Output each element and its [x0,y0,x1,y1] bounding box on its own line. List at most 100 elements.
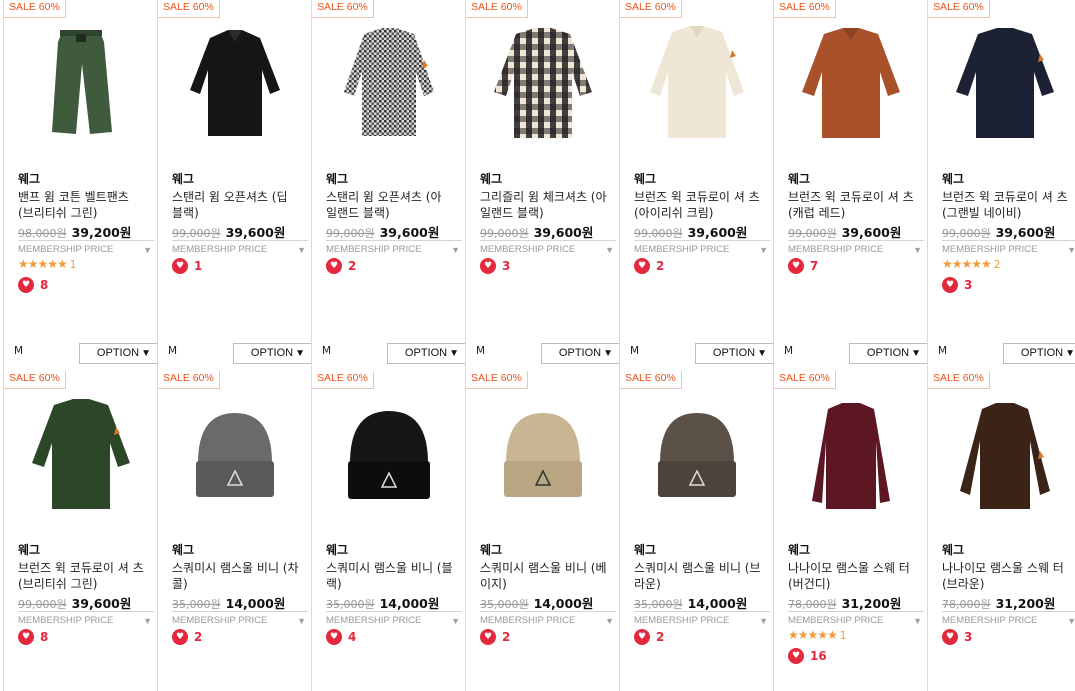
product-image[interactable] [170,20,300,150]
product-name[interactable]: 스쿼미시 램스울 비니 (차콜) [172,560,300,592]
like-button[interactable]: ♥ 8 [18,629,48,645]
membership-price-toggle[interactable]: MEMBERSHIP PRICE ▼ [172,240,308,258]
product-image[interactable] [632,391,762,521]
like-button[interactable]: ♥ 16 [788,648,827,664]
brand-name[interactable]: 웨그 [634,170,656,187]
product-image[interactable] [940,391,1070,521]
option-select-button[interactable]: OPTION ▼ [79,343,159,364]
product-card[interactable]: SALE 60% 웨그 밴프 윔 코튼 벨트팬츠 (브리티쉬 그린) 98,00… [3,0,159,371]
membership-price-toggle[interactable]: MEMBERSHIP PRICE ▼ [480,240,616,258]
like-button[interactable]: ♥ 3 [942,277,972,293]
product-image[interactable] [324,20,454,150]
product-image[interactable] [940,20,1070,150]
product-name[interactable]: 스쿼미시 램스울 비니 (블랙) [326,560,454,592]
membership-price-toggle[interactable]: MEMBERSHIP PRICE ▼ [788,611,924,629]
product-name[interactable]: 스탠리 윔 오픈셔츠 (딥 블랙) [172,189,300,221]
brand-name[interactable]: 웨그 [788,541,810,558]
product-image[interactable] [16,20,146,150]
sale-price: 31,200원 [841,596,902,611]
product-card[interactable]: SALE 60% 웨그 스탠리 윔 오픈셔츠 (딥 블랙) 99,000원 39,… [157,0,313,371]
product-image[interactable] [170,391,300,521]
product-card[interactable]: SALE 60% 웨그 브런즈 윅 코듀로이 셔 츠 (그랜빌 네이비) 99,… [927,0,1075,371]
product-image[interactable] [16,391,146,521]
product-name[interactable]: 브런즈 윅 코듀로이 셔 츠 (브리티쉬 그린) [18,560,146,592]
product-card[interactable]: SALE 60% 웨그 나나이모 램스울 스웨 터 (버건디) 78,000원 3… [773,371,927,691]
membership-price-toggle[interactable]: MEMBERSHIP PRICE ▼ [326,611,462,629]
membership-price-label: MEMBERSHIP PRICE [326,244,422,255]
price-block: 35,000원 14,000원 [480,593,593,612]
option-select-button[interactable]: OPTION ▼ [849,343,929,364]
brand-name[interactable]: 웨그 [480,170,502,187]
like-button[interactable]: ♥ 1 [172,258,202,274]
product-image[interactable] [786,391,916,521]
membership-price-toggle[interactable]: MEMBERSHIP PRICE ▼ [18,611,154,629]
original-price: 99,000원 [172,227,221,240]
brand-name[interactable]: 웨그 [634,541,656,558]
product-card[interactable]: SALE 60% 웨그 브런즈 윅 코듀로이 셔 츠 (아이리쉬 크림) 99,… [619,0,775,371]
membership-price-toggle[interactable]: MEMBERSHIP PRICE ▼ [18,240,154,258]
product-image[interactable] [786,20,916,150]
option-select-button[interactable]: OPTION ▼ [695,343,775,364]
sale-badge: SALE 60% [928,0,990,18]
product-card[interactable]: SALE 60% 웨그 브런즈 윅 코듀로이 셔 츠 (브리티쉬 그린) 99,… [3,371,157,691]
product-name[interactable]: 스쿼미시 램스울 비니 (브라운) [634,560,762,592]
product-card[interactable]: SALE 60% 웨그 그리즐리 윔 체크셔츠 (아일랜드 블랙) 99,000… [465,0,621,371]
option-select-button[interactable]: OPTION ▼ [1003,343,1075,364]
product-name[interactable]: 브런즈 윅 코듀로이 셔 츠 (그랜빌 네이비) [942,189,1070,221]
price-block: 99,000원 39,600원 [480,222,593,241]
like-button[interactable]: ♥ 2 [634,629,664,645]
membership-price-toggle[interactable]: MEMBERSHIP PRICE ▼ [326,240,462,258]
product-name[interactable]: 스쿼미시 램스울 비니 (베이지) [480,560,608,592]
price-block: 99,000원 39,600원 [634,222,747,241]
membership-price-label: MEMBERSHIP PRICE [634,615,730,626]
product-image[interactable] [632,20,762,150]
product-name[interactable]: 나나이모 램스울 스웨 터 (브라운) [942,560,1070,592]
option-select-button[interactable]: OPTION ▼ [233,343,313,364]
brand-name[interactable]: 웨그 [326,541,348,558]
brand-name[interactable]: 웨그 [172,170,194,187]
option-select-button[interactable]: OPTION ▼ [541,343,621,364]
product-name[interactable]: 브런즈 윅 코듀로이 셔 츠 (아이리쉬 크림) [634,189,762,221]
product-name[interactable]: 스탠리 윔 오픈셔츠 (아 일랜드 블랙) [326,189,454,221]
like-button[interactable]: ♥ 3 [480,258,510,274]
product-name[interactable]: 나나이모 램스울 스웨 터 (버건디) [788,560,916,592]
product-image[interactable] [478,391,608,521]
product-card[interactable]: SALE 60% 웨그 브런즈 윅 코듀로이 셔 츠 (캐럽 레드) 99,00… [773,0,929,371]
brand-name[interactable]: 웨그 [172,541,194,558]
brand-name[interactable]: 웨그 [18,541,40,558]
product-card[interactable]: SALE 60% 웨그 나나이모 램스울 스웨 터 (브라운) 78,000원 3… [927,371,1075,691]
like-button[interactable]: ♥ 2 [326,258,356,274]
product-name[interactable]: 그리즐리 윔 체크셔츠 (아일랜드 블랙) [480,189,608,221]
membership-price-toggle[interactable]: MEMBERSHIP PRICE ▼ [634,611,770,629]
brand-name[interactable]: 웨그 [788,170,810,187]
product-card[interactable]: SALE 60% 웨그 스쿼미시 램스울 비니 (브라운) 35,000원 14,… [619,371,773,691]
membership-price-toggle[interactable]: MEMBERSHIP PRICE ▼ [942,240,1075,258]
brand-name[interactable]: 웨그 [480,541,502,558]
membership-price-toggle[interactable]: MEMBERSHIP PRICE ▼ [480,611,616,629]
product-card[interactable]: SALE 60% 웨그 스쿼미시 램스울 비니 (차콜) 35,000원 14,0… [157,371,311,691]
product-card[interactable]: SALE 60% 웨그 스쿼미시 램스울 비니 (블랙) 35,000원 14,0… [311,371,465,691]
like-button[interactable]: ♥ 2 [634,258,664,274]
product-card[interactable]: SALE 60% 웨그 스탠리 윔 오픈셔츠 (아 일랜드 블랙) 99,000… [311,0,467,371]
product-image[interactable] [478,20,608,150]
brand-name[interactable]: 웨그 [326,170,348,187]
like-button[interactable]: ♥ 4 [326,629,356,645]
product-name[interactable]: 밴프 윔 코튼 벨트팬츠 (브리티쉬 그린) [18,189,146,221]
like-button[interactable]: ♥ 2 [172,629,202,645]
membership-price-toggle[interactable]: MEMBERSHIP PRICE ▼ [634,240,770,258]
brand-name[interactable]: 웨그 [942,541,964,558]
brand-name[interactable]: 웨그 [942,170,964,187]
like-button[interactable]: ♥ 3 [942,629,972,645]
like-button[interactable]: ♥ 7 [788,258,818,274]
product-card[interactable]: SALE 60% 웨그 스쿼미시 램스울 비니 (베이지) 35,000원 14,… [465,371,619,691]
option-select-button[interactable]: OPTION ▼ [387,343,467,364]
membership-price-toggle[interactable]: MEMBERSHIP PRICE ▼ [172,611,308,629]
product-image[interactable] [324,391,454,521]
brand-name[interactable]: 웨그 [18,170,40,187]
membership-price-toggle[interactable]: MEMBERSHIP PRICE ▼ [788,240,924,258]
original-price: 99,000원 [942,227,991,240]
membership-price-toggle[interactable]: MEMBERSHIP PRICE ▼ [942,611,1075,629]
like-button[interactable]: ♥ 8 [18,277,48,293]
like-button[interactable]: ♥ 2 [480,629,510,645]
product-name[interactable]: 브런즈 윅 코듀로이 셔 츠 (캐럽 레드) [788,189,916,221]
